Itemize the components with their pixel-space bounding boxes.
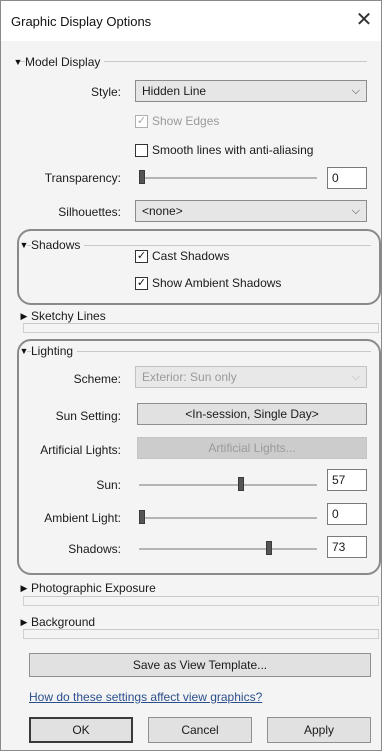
chevron-down-icon: ⌵ (351, 85, 360, 97)
photographic-exposure-box (23, 596, 379, 606)
ambient-light-slider-thumb[interactable] (139, 510, 145, 524)
lighting-label: Lighting (31, 344, 78, 358)
lighting-header[interactable]: ▼ Lighting (17, 343, 78, 359)
sun-slider-track[interactable] (139, 484, 317, 486)
silhouettes-label: Silhouettes: (58, 205, 121, 219)
ambient-light-label: Ambient Light: (44, 511, 121, 525)
shadows-value-field[interactable]: 73 (327, 536, 367, 558)
cancel-button[interactable]: Cancel (148, 717, 252, 743)
ambient-light-value-field[interactable]: 0 (327, 503, 367, 525)
background-header[interactable]: ▶ Background (17, 614, 100, 630)
title-bar: Graphic Display Options ✕ (1, 1, 381, 41)
background-box (23, 629, 379, 639)
shadows-header[interactable]: ▼ Shadows (17, 237, 85, 253)
artificial-lights-label: Artificial Lights: (40, 443, 121, 457)
expanded-triangle-icon: ▼ (19, 240, 29, 250)
sketchy-lines-header[interactable]: ▶ Sketchy Lines (17, 308, 110, 324)
ambient-light-slider-track[interactable] (139, 517, 317, 519)
photographic-exposure-label: Photographic Exposure (31, 581, 160, 595)
cast-shadows-checkbox[interactable]: ✓ (135, 250, 148, 263)
chevron-down-icon: ⌵ (351, 205, 360, 217)
collapsed-triangle-icon: ▶ (20, 582, 28, 593)
lighting-shadows-label: Shadows: (68, 542, 121, 556)
sun-setting-button[interactable]: <In-session, Single Day> (137, 403, 367, 425)
sketchy-lines-label: Sketchy Lines (31, 309, 110, 323)
help-link[interactable]: How do these settings affect view graphi… (29, 690, 262, 704)
show-edges-label: Show Edges (152, 114, 220, 128)
transparency-label: Transparency: (44, 171, 121, 185)
silhouettes-select[interactable]: <none> ⌵ (135, 200, 367, 222)
artificial-lights-button[interactable]: Artificial Lights... (137, 437, 367, 459)
apply-button[interactable]: Apply (267, 717, 371, 743)
shadows-slider-thumb[interactable] (266, 541, 272, 555)
save-as-view-template-button[interactable]: Save as View Template... (29, 653, 371, 677)
scheme-label: Scheme: (73, 372, 121, 386)
graphic-display-options-dialog: Graphic Display Options ✕ ▼ Model Displa… (0, 0, 382, 751)
transparency-value-field[interactable]: 0 (327, 167, 367, 189)
shadows-label: Shadows (31, 238, 85, 252)
expanded-triangle-icon: ▼ (13, 57, 23, 67)
style-select[interactable]: Hidden Line ⌵ (135, 80, 367, 102)
close-icon[interactable]: ✕ (353, 9, 375, 31)
scheme-value: Exterior: Sun only (142, 370, 237, 384)
ambient-shadows-checkbox[interactable]: ✓ (135, 277, 148, 290)
ambient-shadows-label: Show Ambient Shadows (152, 276, 282, 290)
photographic-exposure-header[interactable]: ▶ Photographic Exposure (17, 580, 160, 596)
silhouettes-value: <none> (142, 204, 183, 218)
shadows-slider-track[interactable] (139, 548, 317, 550)
expanded-triangle-icon: ▼ (19, 346, 29, 356)
scheme-select[interactable]: Exterior: Sun only ⌵ (135, 366, 367, 388)
sun-value-field[interactable]: 57 (327, 469, 367, 491)
collapsed-triangle-icon: ▶ (20, 616, 28, 627)
sun-slider-thumb[interactable] (238, 477, 244, 491)
lighting-divider (27, 351, 371, 352)
style-value: Hidden Line (142, 84, 207, 98)
transparency-slider-track[interactable] (139, 177, 317, 179)
smooth-lines-label: Smooth lines with anti-aliasing (152, 143, 314, 157)
chevron-down-icon: ⌵ (351, 371, 360, 383)
dialog-title: Graphic Display Options (11, 14, 152, 29)
background-label: Background (31, 615, 100, 629)
smooth-lines-checkbox[interactable] (135, 144, 148, 157)
show-edges-checkbox[interactable]: ✓ (135, 115, 148, 128)
ok-button[interactable]: OK (29, 717, 133, 743)
style-label: Style: (90, 85, 121, 99)
model-display-header[interactable]: ▼ Model Display (11, 54, 105, 70)
collapsed-triangle-icon: ▶ (20, 310, 28, 321)
sketchy-lines-box (23, 323, 379, 333)
sun-label: Sun: (96, 478, 121, 492)
transparency-slider-thumb[interactable] (139, 170, 145, 184)
cast-shadows-label: Cast Shadows (152, 249, 230, 263)
sun-setting-label: Sun Setting: (55, 409, 121, 423)
model-display-label: Model Display (25, 55, 105, 69)
